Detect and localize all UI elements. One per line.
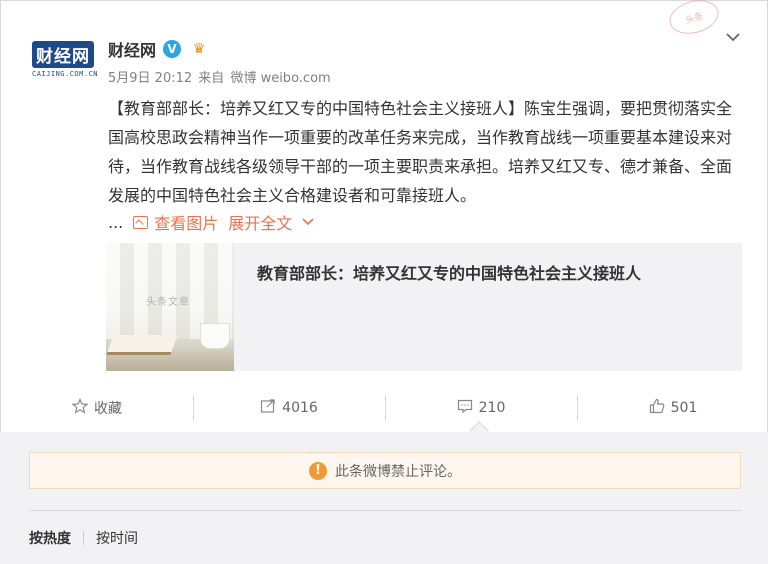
weibo-post-card: 财经网 CAIJING.COM.CN 财经网 V ♛ 5月9日 20:12 来自… [0, 0, 768, 432]
author-row: 财经网 V ♛ [108, 38, 210, 60]
post-body: 【教育部部长：培养又红又专的中国特色社会主义接班人】陈宝生强调，要把贯彻落实全国… [108, 99, 733, 205]
ellipsis: ... [108, 212, 124, 232]
sort-separator [83, 531, 84, 545]
like-count: 501 [670, 400, 698, 416]
book-illustration [106, 335, 178, 355]
avatar-logo-subtext: CAIJING.COM.CN [32, 70, 99, 78]
comments-disabled-notice: ! 此条微博禁止评论。 [29, 452, 741, 489]
thumbs-up-icon [649, 398, 665, 418]
expand-full-text-link[interactable]: 展开全文 [228, 210, 314, 234]
post-source[interactable]: 微博 weibo.com [230, 71, 330, 86]
article-title[interactable]: 教育部部长：培养又红又专的中国特色社会主义接班人 [257, 260, 641, 284]
favorite-button[interactable]: 收藏 [1, 385, 193, 431]
verified-icon[interactable]: V [163, 40, 182, 58]
crown-icon[interactable]: ♛ [188, 39, 210, 59]
post-time[interactable]: 5月9日 20:12 [108, 71, 192, 86]
username[interactable]: 财经网 [108, 37, 156, 61]
view-image-link[interactable]: 查看图片 [133, 210, 218, 234]
source-prefix: 来自 [198, 71, 225, 86]
share-icon [260, 398, 276, 418]
comment-sort: 按热度 按时间 [29, 528, 138, 548]
action-bar: 收藏 4016 210 501 [1, 385, 768, 431]
divider [29, 510, 741, 511]
avatar[interactable]: 财经网 CAIJING.COM.CN [32, 41, 99, 81]
chevron-down-icon [302, 215, 314, 230]
chevron-down-icon[interactable] [723, 27, 743, 47]
sort-by-time[interactable]: 按时间 [96, 528, 138, 548]
warning-icon: ! [309, 461, 327, 480]
comment-count: 210 [478, 400, 506, 416]
sort-by-hot[interactable]: 按热度 [29, 528, 71, 548]
star-icon [71, 398, 89, 418]
expand-label: 展开全文 [228, 214, 293, 233]
view-image-label: 查看图片 [154, 214, 219, 233]
repost-button[interactable]: 4016 [193, 385, 385, 431]
avatar-logo: 财经网 [32, 41, 94, 68]
comment-icon [457, 398, 473, 418]
thumbnail-watermark: 头条文章 [146, 297, 190, 308]
cup-illustration [200, 323, 230, 349]
image-icon [133, 215, 149, 229]
repost-count: 4016 [282, 400, 318, 416]
article-preview-card[interactable]: 头条文章 教育部部长：培养又红又专的中国特色社会主义接班人 [106, 243, 742, 371]
article-thumbnail: 头条文章 [106, 243, 234, 371]
stamp-watermark: 头条 [665, 0, 723, 39]
post-meta: 5月9日 20:12 来自 微博 weibo.com [108, 67, 333, 86]
post-more-row: ... 查看图片 展开全文 [108, 210, 314, 234]
notice-text: 此条微博禁止评论。 [335, 463, 461, 480]
like-button[interactable]: 501 [577, 385, 768, 431]
favorite-label: 收藏 [94, 401, 122, 417]
